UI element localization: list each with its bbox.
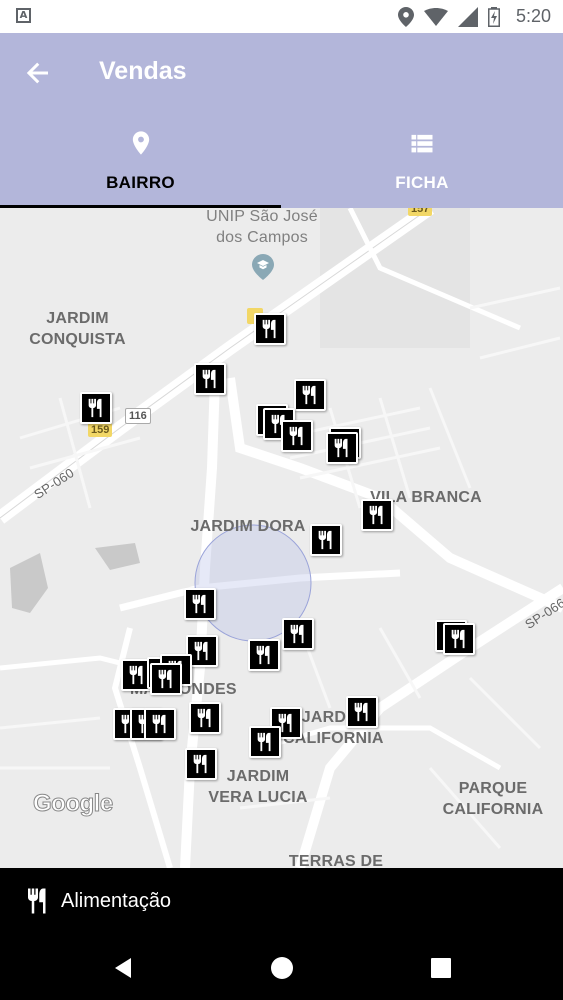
fork-knife-icon — [28, 888, 46, 914]
tab-ficha[interactable]: FICHA — [281, 123, 563, 208]
restaurant-marker[interactable] — [249, 726, 281, 758]
fork-knife-icon — [197, 708, 211, 728]
app-bar: Vendas BAIRRO FICHA — [0, 33, 563, 208]
restaurant-marker[interactable] — [184, 588, 216, 620]
fork-knife-icon — [194, 641, 208, 661]
fork-knife-icon — [290, 624, 304, 644]
location-icon — [397, 6, 414, 27]
notification-a-icon: A — [16, 8, 31, 23]
restaurant-marker[interactable] — [248, 639, 280, 671]
fork-knife-icon — [202, 369, 216, 389]
category-bar[interactable]: Alimentação — [0, 868, 563, 936]
map-view[interactable]: UNIP São José dos Campos JARDIM CONQUIST… — [0, 208, 563, 868]
status-bar: A 5:20 — [0, 0, 563, 33]
map-label-terras-de: TERRAS DE — [288, 853, 384, 868]
road-shield-159: 159 — [88, 423, 113, 437]
location-pin-icon — [132, 131, 149, 155]
category-label: Alimentação — [61, 890, 172, 912]
fork-knife-icon — [334, 438, 348, 458]
restaurant-marker[interactable] — [346, 696, 378, 728]
signal-icon — [457, 6, 478, 27]
fork-knife-icon — [129, 665, 143, 685]
fork-knife-icon — [262, 319, 276, 339]
restaurant-marker[interactable] — [150, 663, 182, 695]
tab-bar: BAIRRO FICHA — [0, 123, 563, 208]
tab-bairro[interactable]: BAIRRO — [0, 123, 281, 208]
map-label-jardim-dora: JARDIM DORA — [190, 518, 306, 535]
back-triangle-icon[interactable] — [111, 956, 135, 980]
restaurant-marker[interactable] — [282, 618, 314, 650]
restaurant-marker[interactable] — [326, 432, 358, 464]
fork-knife-icon — [451, 629, 465, 649]
restaurant-marker[interactable] — [194, 363, 226, 395]
fork-knife-icon — [193, 754, 207, 774]
fork-knife-icon — [158, 669, 172, 689]
fork-knife-icon — [192, 594, 206, 614]
road-shield-116: 116 — [125, 408, 151, 424]
wifi-icon — [423, 7, 448, 26]
road-shield-157: 157 — [408, 208, 433, 216]
fork-knife-icon — [88, 398, 102, 418]
restaurant-marker[interactable] — [443, 623, 475, 655]
map-label-jardim-vera-lucia: JARDIM VERA LUCIA — [208, 768, 308, 806]
battery-icon — [487, 6, 500, 27]
map-label-unip: UNIP São José dos Campos — [206, 208, 318, 246]
page-title: Vendas — [99, 57, 187, 85]
back-button[interactable] — [20, 55, 56, 91]
restaurant-marker[interactable] — [281, 420, 313, 452]
google-logo: Google — [33, 790, 114, 818]
fork-knife-icon — [256, 645, 270, 665]
restaurant-marker[interactable] — [80, 392, 112, 424]
restaurant-marker[interactable] — [254, 313, 286, 345]
system-nav-bar — [0, 936, 563, 1000]
fork-knife-icon — [354, 702, 368, 722]
fork-knife-icon — [369, 505, 383, 525]
fork-knife-icon — [152, 714, 166, 734]
recents-square-icon[interactable] — [429, 956, 453, 980]
tab-ficha-label: FICHA — [395, 173, 449, 192]
restaurant-marker[interactable] — [189, 702, 221, 734]
arrow-left-icon — [26, 62, 48, 84]
fork-knife-icon — [302, 385, 316, 405]
restaurant-marker[interactable] — [361, 499, 393, 531]
tab-bairro-label: BAIRRO — [106, 173, 175, 192]
university-pin-icon — [252, 254, 274, 280]
fork-knife-icon — [257, 732, 271, 752]
restaurant-marker[interactable] — [185, 748, 217, 780]
restaurant-marker[interactable] — [144, 708, 176, 740]
status-icons: 5:20 — [397, 0, 551, 33]
restaurant-marker[interactable] — [310, 524, 342, 556]
restaurant-marker[interactable] — [294, 379, 326, 411]
map-label-parque-california: PARQUE CALIFORNIA — [442, 780, 544, 818]
home-circle-icon[interactable] — [270, 956, 294, 980]
fork-knife-icon — [318, 530, 332, 550]
list-icon — [411, 134, 433, 153]
fork-knife-icon — [289, 426, 303, 446]
status-time: 5:20 — [515, 6, 551, 26]
map-label-jardim-conquista: JARDIM CONQUISTA — [29, 310, 126, 348]
